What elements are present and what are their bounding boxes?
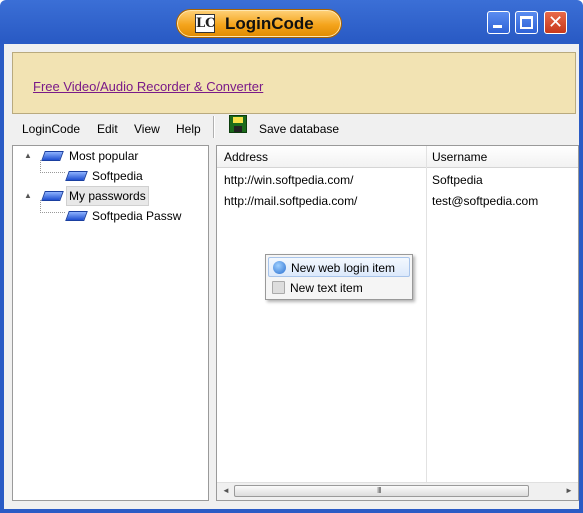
cell-username[interactable]: test@softpedia.com bbox=[432, 191, 538, 211]
menu-help[interactable]: Help bbox=[176, 118, 201, 140]
client-area: Free Video/Audio Recorder & Converter Lo… bbox=[4, 44, 579, 509]
toolbar-separator bbox=[213, 116, 215, 138]
tree-node-most-popular[interactable]: Most popular bbox=[69, 147, 138, 165]
grip-icon: III bbox=[377, 486, 382, 495]
tree-node-softpedia-passw[interactable]: Softpedia Passw bbox=[92, 207, 181, 225]
menu-logincode[interactable]: LoginCode bbox=[22, 118, 80, 140]
menu-item-label: New text item bbox=[290, 281, 363, 295]
menu-view[interactable]: View bbox=[134, 118, 160, 140]
minimize-button[interactable] bbox=[487, 11, 510, 34]
title-pill: LC LoginCode bbox=[176, 9, 342, 38]
items-list: Address Username http://win.softpedia.co… bbox=[216, 145, 579, 501]
cell-address[interactable]: http://win.softpedia.com/ bbox=[224, 170, 353, 190]
menu-item-new-web-login[interactable]: New web login item bbox=[268, 257, 410, 277]
text-add-icon bbox=[272, 281, 285, 294]
column-header-address[interactable]: Address bbox=[217, 146, 426, 168]
title-bar[interactable]: LC LoginCode ✕ bbox=[0, 0, 583, 44]
close-icon: ✕ bbox=[547, 12, 564, 33]
banner-link[interactable]: Free Video/Audio Recorder & Converter bbox=[33, 79, 263, 94]
save-database-button[interactable]: Save database bbox=[259, 118, 339, 140]
ad-banner: Free Video/Audio Recorder & Converter bbox=[12, 52, 576, 114]
menu-edit[interactable]: Edit bbox=[97, 118, 118, 140]
column-header-username[interactable]: Username bbox=[427, 146, 578, 168]
cell-username[interactable]: Softpedia bbox=[432, 170, 483, 190]
window-title: LoginCode bbox=[225, 14, 314, 33]
cell-address[interactable]: http://mail.softpedia.com/ bbox=[224, 191, 357, 211]
close-button[interactable]: ✕ bbox=[544, 11, 567, 34]
menu-item-new-text[interactable]: New text item bbox=[268, 278, 410, 298]
category-tree: ▲ Most popular Softpedia ▲ My passwords … bbox=[12, 145, 209, 501]
collapse-icon[interactable]: ▲ bbox=[24, 152, 32, 160]
scroll-left-icon[interactable]: ◄ bbox=[222, 486, 230, 495]
scroll-right-icon[interactable]: ► bbox=[565, 486, 573, 495]
folder-icon bbox=[65, 171, 88, 181]
maximize-icon bbox=[520, 16, 533, 29]
tree-node-my-passwords[interactable]: My passwords bbox=[66, 186, 149, 206]
context-menu: New web login item New text item bbox=[265, 254, 413, 300]
maximize-button[interactable] bbox=[515, 11, 538, 34]
app-logo-icon: LC bbox=[195, 14, 216, 33]
menu-item-label: New web login item bbox=[291, 261, 396, 275]
column-divider bbox=[426, 146, 427, 482]
tree-node-softpedia[interactable]: Softpedia bbox=[92, 167, 143, 185]
globe-add-icon bbox=[273, 261, 286, 274]
scrollbar-thumb[interactable]: III bbox=[234, 485, 529, 497]
floppy-disk-icon[interactable] bbox=[229, 115, 247, 133]
collapse-icon[interactable]: ▲ bbox=[24, 192, 32, 200]
app-window: LC LoginCode ✕ Free Video/Audio Recorder… bbox=[0, 0, 583, 513]
horizontal-scrollbar[interactable]: ◄ III ► bbox=[217, 482, 578, 500]
minimize-icon bbox=[493, 25, 502, 28]
folder-icon bbox=[65, 211, 88, 221]
